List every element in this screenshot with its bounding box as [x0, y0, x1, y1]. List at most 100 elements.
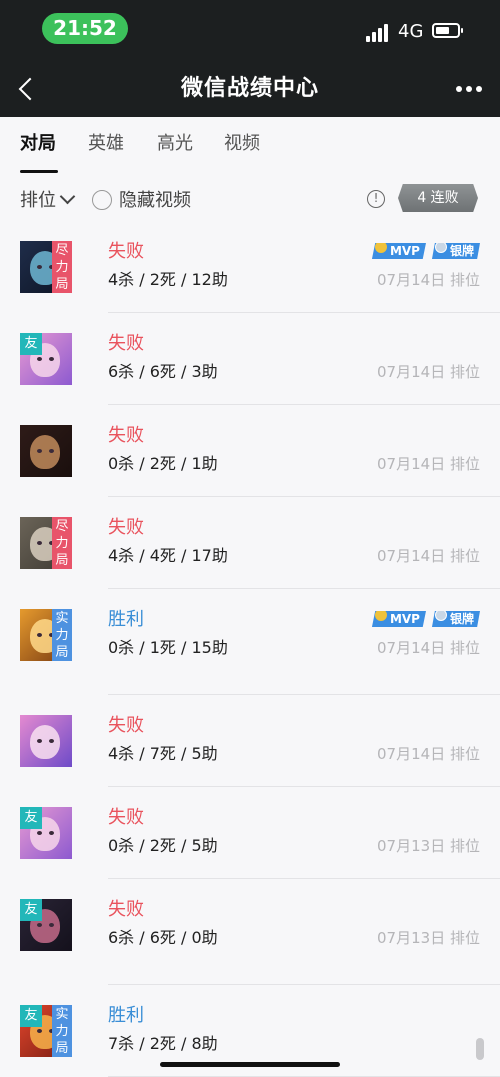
match-meta: 07月14日 排位 [377, 453, 480, 475]
friend-tag: 友 [20, 1005, 42, 1027]
status-time: 21:52 [42, 13, 128, 44]
hide-video-radio[interactable] [92, 190, 112, 210]
silver-medal-badge: 银牌 [431, 243, 480, 259]
hero-avatar: 友 [20, 807, 72, 859]
hero-avatar [20, 425, 72, 477]
match-mode: 排位 [449, 271, 480, 289]
info-icon[interactable]: ! [367, 190, 385, 208]
kda-stats: 7杀 / 2死 / 8助 [108, 1034, 218, 1053]
match-row[interactable]: 实力局 胜利 0杀 / 1死 / 15助 07月14日 排位 MVP 银牌 [0, 589, 500, 695]
streak-badge: 4 连败 [398, 184, 478, 212]
hero-avatar [20, 715, 72, 767]
match-list: 尽力局失败 4杀 / 2死 / 12助 07月14日 排位 MVP 银牌友失败 6杀 / … [0, 229, 500, 1077]
network-label: 4G [398, 21, 424, 42]
match-meta: 07月14日 排位 [377, 743, 480, 765]
match-mode: 排位 [449, 837, 480, 855]
match-date: 07月14日 [377, 455, 446, 473]
chevron-down-icon [59, 188, 76, 205]
match-row[interactable]: 友 失败 6杀 / 6死 / 3助 07月14日 排位 [0, 313, 500, 405]
badge-group: MVP 银牌 [371, 609, 480, 627]
kda-stats: 0杀 / 2死 / 5助 [108, 836, 218, 855]
more-options-button[interactable] [456, 86, 482, 94]
top-bar: 21:52 4G 微信战绩中心 [0, 0, 500, 117]
match-date: 07月14日 [377, 271, 446, 289]
tab-matches[interactable]: 对局 [20, 131, 56, 157]
match-row[interactable]: 失败 0杀 / 2死 / 1助 07月14日 排位 [0, 405, 500, 497]
friend-tag: 友 [20, 899, 42, 921]
mvp-badge: MVP [371, 243, 426, 259]
match-mode: 排位 [449, 929, 480, 947]
kda-stats: 6杀 / 6死 / 3助 [108, 362, 218, 381]
match-meta: 07月13日 排位 [377, 835, 480, 857]
match-result: 失败 [108, 425, 144, 446]
badge-label: 银牌 [449, 244, 474, 258]
hero-avatar: 友 [20, 899, 72, 951]
match-date: 07月14日 [377, 363, 446, 381]
performance-tag: 尽力局 [52, 517, 72, 569]
tab-heroes[interactable]: 英雄 [88, 131, 124, 157]
match-result: 失败 [108, 333, 144, 354]
tab-videos[interactable]: 视频 [224, 131, 260, 157]
hero-avatar: 尽力局 [20, 241, 72, 293]
tab-highlights[interactable]: 高光 [157, 131, 193, 157]
hide-video-label[interactable]: 隐藏视频 [119, 188, 191, 214]
performance-tag: 实力局 [52, 1005, 72, 1057]
badge-label: 银牌 [449, 612, 474, 626]
signal-icon [366, 24, 388, 42]
match-date: 07月14日 [377, 547, 446, 565]
match-row[interactable]: 尽力局 失败 4杀 / 4死 / 17助 07月14日 排位 [0, 497, 500, 589]
hero-avatar: 实力局 [20, 609, 72, 661]
scrollbar-thumb[interactable] [476, 1038, 484, 1060]
hero-avatar: 友实力局 [20, 1005, 72, 1057]
match-meta: 07月14日 排位 [377, 361, 480, 383]
kda-stats: 0杀 / 2死 / 1助 [108, 454, 218, 473]
match-mode: 排位 [449, 639, 480, 657]
badge-label: MVP [389, 612, 420, 626]
match-result: 失败 [108, 899, 144, 920]
trophy-icon [374, 611, 387, 621]
match-meta: 07月14日 排位 [377, 545, 480, 567]
medal-icon [434, 611, 447, 621]
match-date: 07月13日 [377, 929, 446, 947]
match-result: 失败 [108, 241, 144, 262]
hero-avatar: 友 [20, 333, 72, 385]
match-date: 07月14日 [377, 639, 446, 657]
match-date: 07月14日 [377, 745, 446, 763]
medal-icon [434, 243, 447, 253]
match-mode: 排位 [449, 455, 480, 473]
friend-tag: 友 [20, 807, 42, 829]
match-mode: 排位 [449, 745, 480, 763]
kda-stats: 4杀 / 2死 / 12助 [108, 270, 228, 289]
trophy-icon [374, 243, 387, 253]
match-row[interactable]: 友 失败 6杀 / 6死 / 0助 07月13日 排位 [0, 879, 500, 985]
kda-stats: 4杀 / 7死 / 5助 [108, 744, 218, 763]
badge-label: MVP [389, 244, 420, 258]
match-result: 失败 [108, 715, 144, 736]
match-result: 失败 [108, 517, 144, 538]
match-meta: 07月13日 排位 [377, 927, 480, 949]
sort-label: 排位 [20, 190, 56, 211]
match-date: 07月13日 [377, 837, 446, 855]
kda-stats: 4杀 / 4死 / 17助 [108, 546, 228, 565]
match-result: 胜利 [108, 609, 144, 630]
performance-tag: 尽力局 [52, 241, 72, 293]
match-row[interactable]: 尽力局 失败 4杀 / 2死 / 12助 07月14日 排位 MVP 银牌 [0, 229, 500, 313]
match-row[interactable]: 失败 4杀 / 7死 / 5助 07月14日 排位 [0, 695, 500, 787]
tab-bar: 对局 英雄 高光 视频 [0, 117, 500, 173]
filter-row: 排位 隐藏视频 ! 4 连败 [0, 173, 500, 229]
mvp-badge: MVP [371, 611, 426, 627]
sort-dropdown[interactable]: 排位 [20, 188, 76, 214]
match-row[interactable]: 友 失败 0杀 / 2死 / 5助 07月13日 排位 [0, 787, 500, 879]
battery-icon [432, 23, 463, 38]
home-indicator [160, 1062, 340, 1067]
kda-stats: 0杀 / 1死 / 15助 [108, 638, 228, 657]
match-mode: 排位 [449, 547, 480, 565]
kda-stats: 6杀 / 6死 / 0助 [108, 928, 218, 947]
match-meta: 07月14日 排位 [377, 269, 480, 291]
match-meta: 07月14日 排位 [377, 637, 480, 659]
silver-medal-badge: 银牌 [431, 611, 480, 627]
performance-tag: 实力局 [52, 609, 72, 661]
friend-tag: 友 [20, 333, 42, 355]
match-result: 胜利 [108, 1005, 144, 1026]
page-title: 微信战绩中心 [180, 76, 319, 101]
